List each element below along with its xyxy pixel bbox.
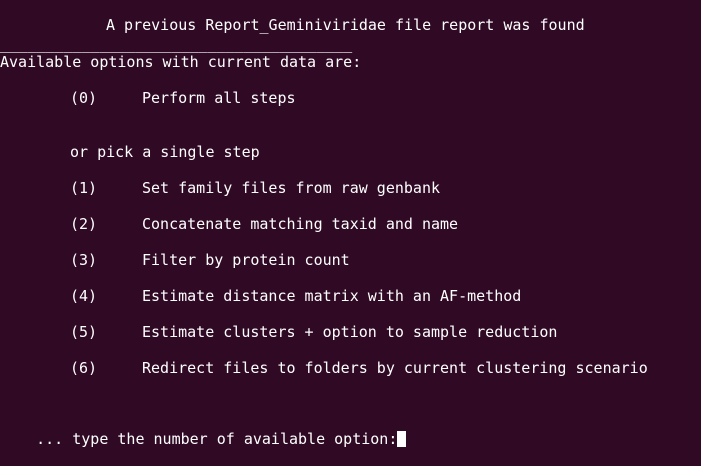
option-1-number: (1) bbox=[70, 179, 98, 197]
option-5-label: Estimate clusters + option to sample red… bbox=[142, 323, 558, 341]
option-6-number: (6) bbox=[70, 359, 98, 377]
input-prompt-line[interactable]: ... type the number of available option: bbox=[0, 412, 407, 448]
terminal-window[interactable]: A previous Report_Geminiviridae file rep… bbox=[0, 0, 701, 448]
option-2-label: Concatenate matching taxid and name bbox=[142, 215, 459, 233]
pick-single-step-text: or pick a single step bbox=[70, 143, 260, 161]
option-3-number: (3) bbox=[70, 251, 98, 269]
option-2-number: (2) bbox=[70, 215, 98, 233]
text-cursor[interactable] bbox=[397, 431, 407, 447]
option-1-label: Set family files from raw genbank bbox=[142, 179, 441, 197]
option-4-number: (4) bbox=[70, 287, 98, 305]
option-5-number: (5) bbox=[70, 323, 98, 341]
option-3-label: Filter by protein count bbox=[142, 251, 350, 269]
options-header: Available options with current data are: bbox=[0, 53, 362, 71]
option-0-number: (0) bbox=[70, 89, 98, 107]
option-6-label: Redirect files to folders by current clu… bbox=[142, 359, 648, 377]
option-4-label: Estimate distance matrix with an AF-meth… bbox=[142, 287, 522, 305]
input-prompt-text: ... type the number of available option: bbox=[36, 430, 398, 448]
option-0-label: Perform all steps bbox=[142, 89, 296, 107]
separator-line: _______________________________________ bbox=[0, 35, 353, 53]
report-found-message: A previous Report_Geminiviridae file rep… bbox=[106, 16, 585, 34]
